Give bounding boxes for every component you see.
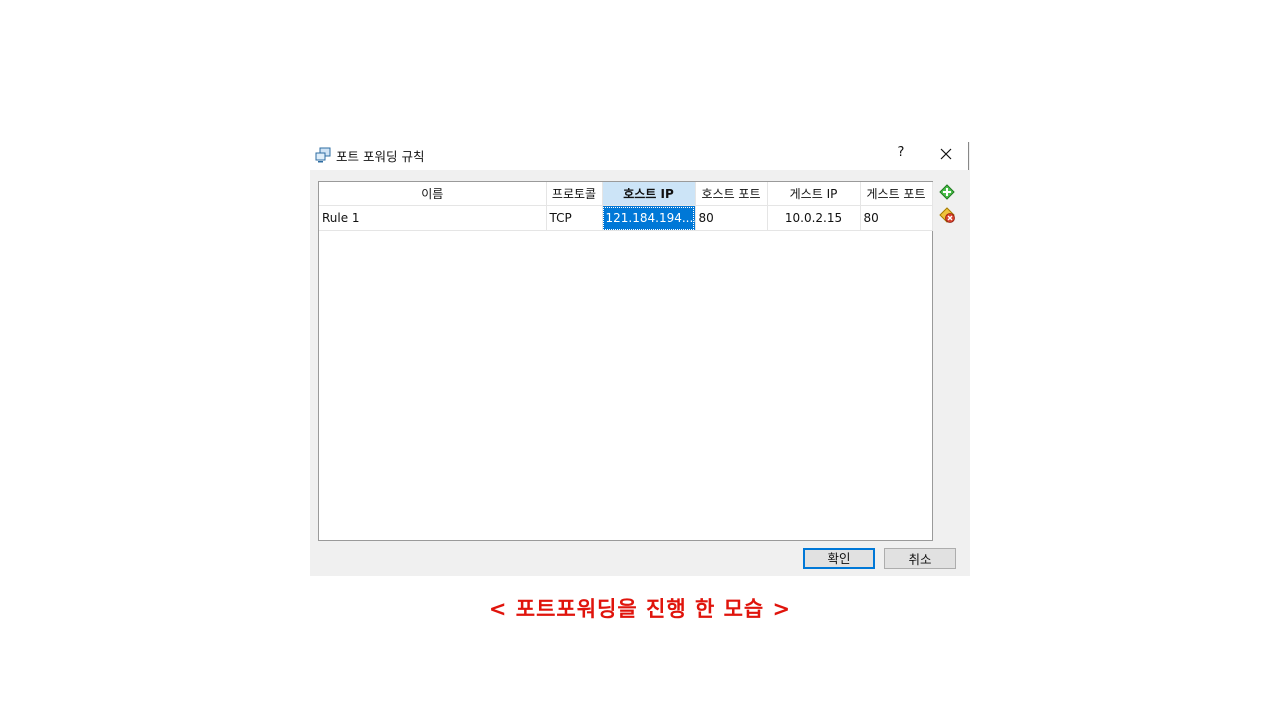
title-bar: 포트 포워딩 규칙 ? bbox=[310, 142, 969, 170]
column-header-host-ip[interactable]: 호스트 IP bbox=[602, 182, 696, 206]
close-button[interactable] bbox=[931, 142, 961, 166]
add-rule-icon bbox=[939, 184, 955, 200]
table-row[interactable]: Rule 1 TCP 121.184.194.... 80 10.0.2.15 … bbox=[319, 205, 933, 231]
table-header-row: 이름 프로토콜 호스트 IP 호스트 포트 게스트 IP 게스트 포트 bbox=[319, 182, 933, 206]
cell-guest-ip[interactable]: 10.0.2.15 bbox=[767, 205, 861, 231]
cell-protocol[interactable]: TCP bbox=[546, 205, 603, 231]
network-icon bbox=[315, 147, 331, 163]
ok-button[interactable]: 확인 bbox=[803, 548, 875, 569]
figure-caption: < 포트포워딩을 진행 한 모습 > bbox=[488, 597, 792, 621]
port-forwarding-dialog: 포트 포워딩 규칙 ? 이름 프로토콜 호스트 IP 호스트 포트 게스트 IP… bbox=[310, 142, 970, 576]
rules-table: 이름 프로토콜 호스트 IP 호스트 포트 게스트 IP 게스트 포트 Rule… bbox=[318, 181, 933, 541]
cell-guest-port[interactable]: 80 bbox=[860, 205, 933, 231]
cancel-button[interactable]: 취소 bbox=[884, 548, 956, 569]
column-header-guest-port[interactable]: 게스트 포트 bbox=[860, 182, 933, 206]
remove-rule-icon bbox=[939, 207, 955, 223]
column-header-host-port[interactable]: 호스트 포트 bbox=[695, 182, 768, 206]
column-header-guest-ip[interactable]: 게스트 IP bbox=[767, 182, 861, 206]
cell-host-port[interactable]: 80 bbox=[695, 205, 768, 231]
column-header-protocol[interactable]: 프로토콜 bbox=[546, 182, 603, 206]
help-button[interactable]: ? bbox=[888, 145, 914, 165]
cell-host-ip[interactable]: 121.184.194.... bbox=[602, 205, 696, 231]
close-icon bbox=[940, 148, 952, 160]
column-header-name[interactable]: 이름 bbox=[319, 182, 547, 206]
add-rule-button[interactable] bbox=[937, 182, 957, 202]
remove-rule-button[interactable] bbox=[937, 205, 957, 225]
cell-name[interactable]: Rule 1 bbox=[319, 205, 547, 231]
dialog-title: 포트 포워딩 규칙 bbox=[336, 149, 425, 164]
